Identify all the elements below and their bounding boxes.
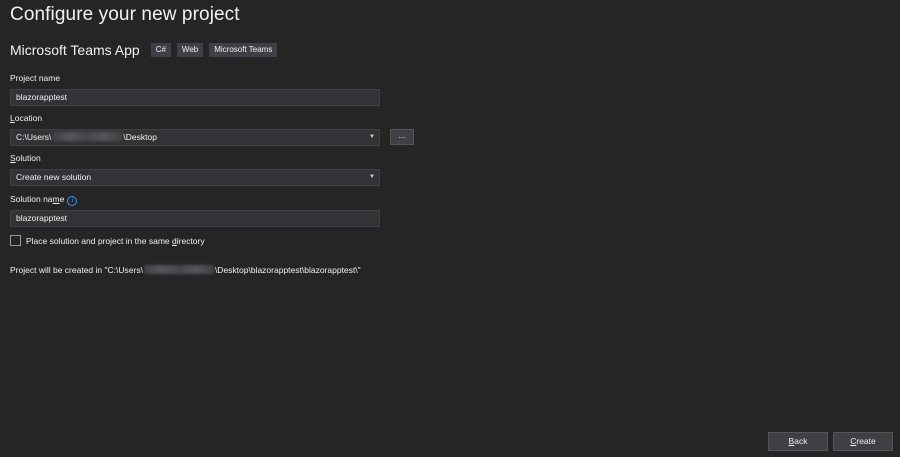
location-combobox[interactable]: C:\Users\ \Desktop ▼ — [10, 129, 380, 146]
location-label: Location — [10, 113, 42, 123]
location-value-suffix: \Desktop — [123, 132, 157, 142]
project-name-label: Project name — [10, 73, 61, 83]
solution-value: Create new solution — [16, 172, 92, 182]
location-value-prefix: C:\Users\ — [16, 132, 52, 142]
solution-name-label-accesskey: m — [52, 194, 60, 204]
path-note-prefix: Project will be created in "C:\Users\ — [10, 265, 143, 275]
solution-label-rest: olution — [15, 153, 41, 163]
redacted-username — [52, 132, 123, 141]
solution-label: Solution — [10, 153, 41, 163]
project-name-value: blazorapptest — [16, 92, 68, 102]
create-button[interactable]: Create — [833, 432, 893, 451]
project-name-input[interactable]: blazorapptest — [10, 89, 380, 106]
solution-name-input[interactable]: blazorapptest — [10, 210, 380, 227]
template-name: Microsoft Teams App — [10, 42, 140, 58]
chevron-down-icon[interactable]: ▼ — [369, 130, 375, 145]
solution-dropdown[interactable]: Create new solution ▼ — [10, 169, 380, 186]
same-directory-option[interactable]: Place solution and project in the same d… — [10, 235, 205, 246]
same-directory-label-end: irectory — [176, 235, 205, 246]
solution-name-value: blazorapptest — [16, 213, 68, 223]
tag-web: Web — [176, 43, 204, 57]
same-directory-checkbox[interactable] — [10, 235, 21, 246]
template-header: Microsoft Teams App C# Web Microsoft Tea… — [10, 42, 283, 58]
tag-csharp: C# — [150, 43, 171, 57]
project-path-note: Project will be created in "C:\Users\ \De… — [10, 265, 361, 275]
redacted-username — [143, 265, 214, 274]
create-label-rest: reate — [856, 436, 876, 446]
same-directory-label: Place solution and project in the same d… — [26, 236, 205, 246]
solution-name-label: Solution name i — [10, 194, 78, 206]
tag-microsoft-teams: Microsoft Teams — [209, 43, 278, 57]
browse-button[interactable]: ... — [390, 129, 414, 145]
path-note-suffix: \Desktop\blazorapptest\blazorapptest\" — [214, 265, 361, 275]
solution-name-label-end: e — [59, 194, 65, 204]
back-button[interactable]: Back — [768, 432, 828, 451]
location-label-rest: ocation — [14, 113, 43, 123]
solution-name-label-start: Solution na — [10, 194, 53, 204]
same-directory-label-start: Place solution and project in the same — [26, 235, 173, 246]
back-label-rest: ack — [794, 436, 808, 446]
page-title: Configure your new project — [10, 4, 240, 25]
chevron-down-icon[interactable]: ▼ — [369, 170, 375, 185]
info-icon[interactable]: i — [67, 196, 78, 206]
